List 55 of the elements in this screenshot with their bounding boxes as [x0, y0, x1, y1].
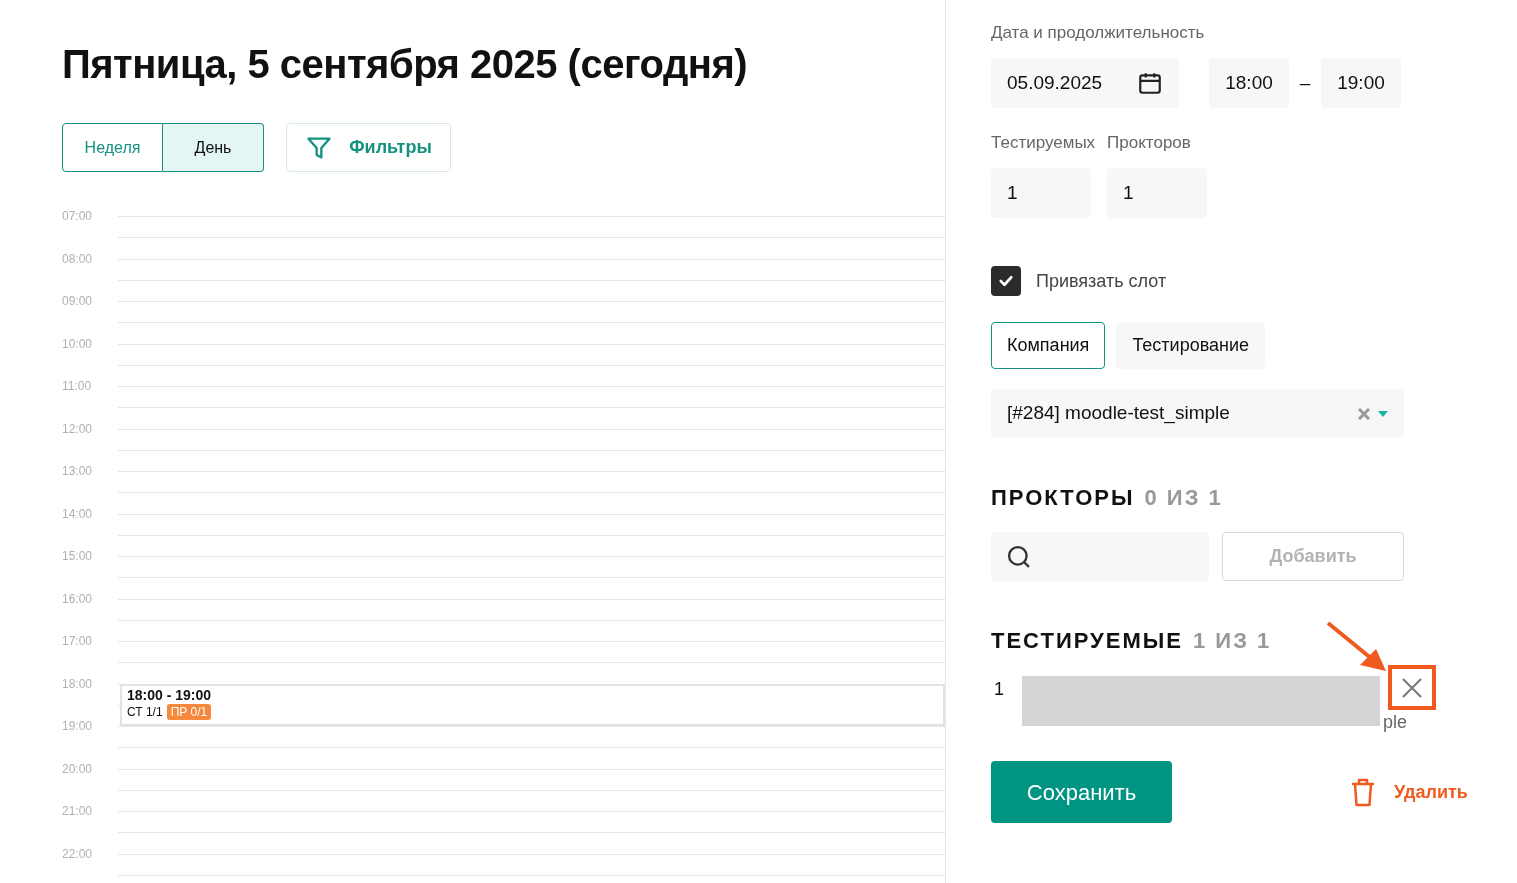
section-count: 0 ИЗ 1 — [1144, 485, 1223, 511]
save-button[interactable]: Сохранить — [991, 761, 1172, 823]
hour-label: 10:00 — [62, 335, 94, 353]
hour-label: 15:00 — [62, 548, 94, 565]
date-label: Дата и продолжительность — [991, 22, 1206, 44]
view-tab[interactable]: День — [163, 123, 264, 172]
testee-name: ple — [1383, 711, 1408, 733]
annotation-arrow — [1326, 621, 1388, 673]
section-count: 1 ИЗ 1 — [1193, 628, 1272, 654]
dash: – — [1298, 70, 1312, 95]
remove-button[interactable] — [1388, 665, 1436, 710]
checkbox[interactable] — [991, 266, 1021, 296]
source-tab[interactable]: Тестирование — [1116, 322, 1266, 369]
hour-label: 14:00 — [62, 505, 94, 523]
count-label: Тестируемых — [991, 132, 1096, 154]
dropdown-caret-icon[interactable] — [1378, 410, 1388, 417]
trash-icon — [1350, 777, 1376, 807]
event-card[interactable]: 18:00 - 19:00 СТ 1/1 ПР 0/1 — [120, 683, 945, 726]
section-title: ТЕСТИРУЕМЫЕ — [991, 628, 1183, 654]
hour-label: 16:00 — [62, 590, 94, 608]
checkbox-label: Привязать слот — [1036, 269, 1167, 293]
row-number: 1 — [993, 678, 1005, 701]
hour-label: 19:00 — [62, 718, 94, 735]
hour-label: 13:00 — [62, 463, 94, 480]
close-icon — [1402, 677, 1422, 698]
hour-label: 08:00 — [62, 250, 94, 268]
calendar-icon — [1137, 70, 1163, 96]
count-field[interactable]: 1 — [1107, 168, 1208, 218]
hour-label: 12:00 — [62, 420, 94, 438]
view-tab[interactable]: Неделя — [62, 123, 163, 172]
proctors-badge: ПР 0/1 — [166, 703, 212, 720]
hour-label: 09:00 — [62, 293, 94, 310]
section-title: ПРОКТОРЫ — [991, 485, 1135, 511]
hour-label: 11:00 — [62, 378, 93, 395]
start-time-field[interactable]: 18:00 — [1209, 58, 1289, 108]
count-label: Прокторов — [1107, 132, 1192, 154]
select-value: [#284] moodle-test_simple — [1007, 401, 1230, 426]
date-field[interactable]: 05.09.2025 — [991, 58, 1179, 108]
hour-label: 21:00 — [62, 803, 94, 820]
search-field[interactable] — [991, 532, 1209, 581]
date-value: 05.09.2025 — [1007, 70, 1103, 95]
clear-icon[interactable] — [1358, 407, 1370, 420]
count-field[interactable]: 1 — [991, 168, 1091, 218]
event-time: 18:00 - 19:00 — [127, 686, 213, 704]
source-tab[interactable]: Компания — [991, 322, 1106, 369]
hour-label: 20:00 — [62, 760, 94, 778]
hour-label: 17:00 — [62, 633, 94, 650]
hour-label: 07:00 — [62, 208, 94, 225]
filters-button[interactable]: Фильтры — [286, 123, 451, 172]
hour-label: 18:00 — [62, 675, 94, 693]
test-select[interactable]: [#284] moodle-test_simple — [991, 389, 1404, 438]
page-title: Пятница, 5 сентября 2025 (сегодня) — [62, 41, 749, 88]
hour-label: 22:00 — [62, 845, 94, 863]
testees-count: СТ 1/1 — [127, 703, 163, 720]
end-time-field[interactable]: 19:00 — [1321, 58, 1401, 108]
